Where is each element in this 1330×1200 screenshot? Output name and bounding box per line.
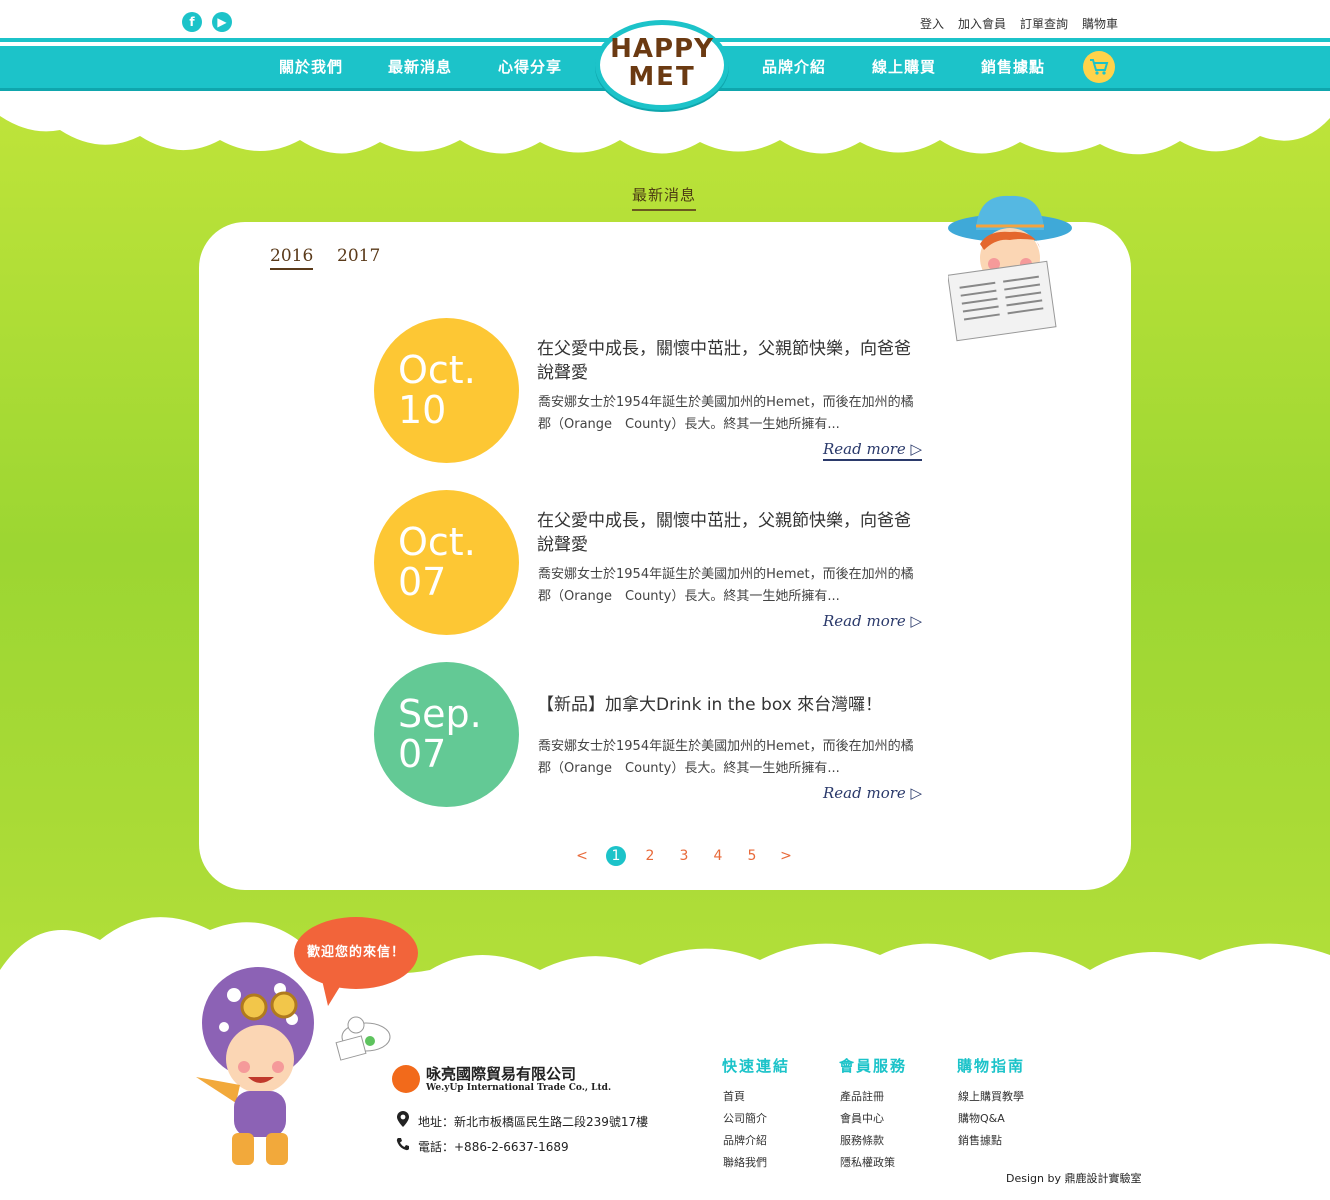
footer-link-contact[interactable]: 聯絡我們 [723, 1152, 767, 1174]
location-pin-icon [396, 1111, 410, 1131]
quick-links-list: 首頁 公司簡介 品牌介紹 聯絡我們 [723, 1086, 767, 1174]
nav-sharing[interactable]: 心得分享 [498, 56, 562, 77]
logo-line2: MET [628, 62, 696, 92]
mascot-reading-newspaper-illustration [948, 195, 1072, 342]
nav-stores[interactable]: 銷售據點 [981, 56, 1045, 77]
date-month: Oct. [398, 348, 476, 392]
happymet-logo[interactable]: HAPPY MET [595, 20, 729, 110]
footer-link-home[interactable]: 首頁 [723, 1086, 767, 1108]
page-2-button[interactable]: 2 [640, 848, 660, 864]
phone-text: 電話：+886-2-6637-1689 [418, 1139, 569, 1154]
read-more-link[interactable]: Read more ▷ [823, 440, 923, 461]
news-title[interactable]: 在父愛中成長，關懷中茁壯，父親節快樂，向爸爸說聲愛 [537, 337, 925, 385]
read-more-link[interactable]: Read more ▷ [823, 612, 922, 630]
shopping-guide-list: 線上購買教學 購物Q&A 銷售據點 [958, 1086, 1024, 1152]
company-name-en: We.yUp International Trade Co., Ltd. [426, 1083, 612, 1093]
youtube-icon[interactable]: ▶ [212, 12, 232, 32]
utility-links: 登入 加入會員 訂單查詢 購物車 [920, 15, 1118, 32]
facebook-icon[interactable]: f [182, 12, 202, 32]
nav-about[interactable]: 關於我們 [279, 56, 343, 77]
social-links: f ▶ [182, 12, 232, 32]
date-badge: Oct. 10 [374, 318, 519, 463]
login-link[interactable]: 登入 [920, 15, 944, 32]
page-1-button[interactable]: 1 [606, 846, 626, 866]
next-page-button[interactable]: > [776, 848, 796, 864]
news-title[interactable]: 【新品】加拿大Drink in the box 來台灣囉！ [537, 693, 925, 717]
address-text: 地址：新北市板橋區民生路二段239號17樓 [418, 1114, 649, 1129]
pagination: < 1 2 3 4 5 > [572, 846, 796, 866]
phone-icon [396, 1137, 410, 1155]
design-credit: Design by 鼎鹿設計實驗室 [1006, 1172, 1142, 1185]
footer-link-terms[interactable]: 服務條款 [840, 1130, 895, 1152]
date-badge: Oct. 07 [374, 490, 519, 635]
date-month: Oct. [398, 520, 476, 564]
footer-link-member-center[interactable]: 會員中心 [840, 1108, 895, 1130]
date-day: 07 [398, 560, 447, 604]
phone-row: 電話：+886-2-6637-1689 [396, 1137, 569, 1155]
nav-news[interactable]: 最新消息 [388, 56, 452, 77]
register-link[interactable]: 加入會員 [958, 15, 1006, 32]
member-service-heading: 會員服務 [839, 1057, 908, 1075]
footer-link-stores[interactable]: 銷售據點 [958, 1130, 1024, 1152]
news-title[interactable]: 在父愛中成長，關懷中茁壯，父親節快樂，向爸爸說聲愛 [537, 509, 925, 557]
nav-brand[interactable]: 品牌介紹 [762, 56, 826, 77]
date-day: 07 [398, 732, 447, 776]
order-query-link[interactable]: 訂單查詢 [1020, 15, 1068, 32]
page-title: 最新消息 [632, 184, 697, 211]
nav-buy-online[interactable]: 線上購買 [872, 56, 936, 77]
footer-link-buy-tutorial[interactable]: 線上購買教學 [958, 1086, 1024, 1108]
member-service-list: 產品註冊 會員中心 服務條款 隱私權政策 [840, 1086, 895, 1174]
company-name-cn: 咏亮國際貿易有限公司 [426, 1065, 577, 1083]
page-4-button[interactable]: 4 [708, 848, 728, 864]
page-5-button[interactable]: 5 [742, 848, 762, 864]
page-3-button[interactable]: 3 [674, 848, 694, 864]
prev-page-button[interactable]: < [572, 848, 592, 864]
news-excerpt: 喬安娜女士於1954年誕生於美國加州的Hemet，而後在加州的橘郡（Orange… [538, 395, 914, 432]
cart-glyph [1090, 59, 1109, 75]
cart-icon[interactable] [1083, 51, 1115, 83]
footer-link-company[interactable]: 公司簡介 [723, 1108, 767, 1130]
mascot-with-goggles-illustration [196, 967, 391, 1165]
read-more-link[interactable]: Read more ▷ [823, 784, 922, 802]
company-logo-mark [392, 1065, 420, 1093]
quick-links-heading: 快速連結 [722, 1057, 791, 1075]
date-month: Sep. [398, 692, 482, 736]
address-row: 地址：新北市板橋區民生路二段239號17樓 [396, 1111, 648, 1131]
date-badge: Sep. 07 [374, 662, 519, 807]
news-excerpt: 喬安娜女士於1954年誕生於美國加州的Hemet，而後在加州的橘郡（Orange… [538, 739, 914, 776]
footer-link-faq[interactable]: 購物Q&A [958, 1108, 1024, 1130]
footer-link-privacy[interactable]: 隱私權政策 [840, 1152, 895, 1174]
shopping-guide-heading: 購物指南 [957, 1057, 1026, 1075]
footer-link-brand[interactable]: 品牌介紹 [723, 1130, 767, 1152]
footer-link-product-register[interactable]: 產品註冊 [840, 1086, 895, 1108]
year-tab-2016[interactable]: 2016 [270, 246, 314, 270]
shopping-cart-link[interactable]: 購物車 [1082, 15, 1118, 32]
news-excerpt: 喬安娜女士於1954年誕生於美國加州的Hemet，而後在加州的橘郡（Orange… [538, 567, 914, 604]
year-tab-2017[interactable]: 2017 [337, 246, 380, 266]
logo-line1: HAPPY [610, 34, 714, 64]
date-day: 10 [398, 388, 447, 432]
